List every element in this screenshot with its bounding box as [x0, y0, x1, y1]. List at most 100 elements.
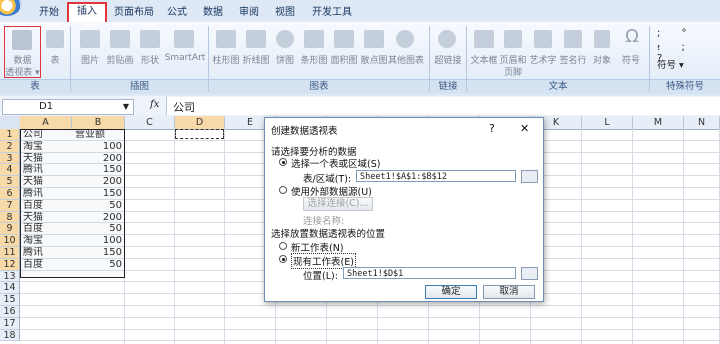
- name-box[interactable]: D1 ▼: [2, 99, 134, 115]
- row-header[interactable]: 3: [0, 152, 20, 165]
- column-header[interactable]: N: [684, 116, 720, 129]
- bar-chart-button[interactable]: 条形图: [298, 53, 330, 66]
- special-punct-row-2[interactable]: : ; ?: [657, 42, 713, 64]
- column-header[interactable]: A: [20, 116, 72, 129]
- range-collapse-icon[interactable]: [521, 170, 538, 183]
- other-charts-icon: [396, 30, 414, 48]
- row-header[interactable]: 2: [0, 140, 20, 153]
- tab-review[interactable]: 审阅: [236, 5, 262, 22]
- shapes-icon: [140, 30, 160, 48]
- row-header[interactable]: 13: [0, 270, 20, 283]
- symbol-button[interactable]: 符号: [616, 53, 646, 66]
- tab-page-layout[interactable]: 页面布局: [112, 5, 156, 22]
- clipart-button[interactable]: 剪贴画: [104, 53, 136, 66]
- row-header[interactable]: 6: [0, 188, 20, 200]
- group-label-text: 文本: [467, 79, 649, 94]
- ribbon-tab-bar: [0, 0, 720, 23]
- table-icon: [46, 30, 64, 48]
- signature-line-button[interactable]: 签名行: [558, 53, 588, 66]
- header-footer-icon: [504, 30, 522, 48]
- tab-home[interactable]: 开始: [36, 5, 62, 22]
- column-header[interactable]: B: [72, 116, 125, 129]
- group-label-links: 链接: [430, 79, 466, 94]
- ok-button[interactable]: 确定: [425, 285, 477, 299]
- pivot-table-icon: [12, 30, 32, 50]
- location-collapse-icon[interactable]: [521, 267, 538, 280]
- special-punct-row-1[interactable]: ; ° ,: [657, 28, 713, 50]
- row-header[interactable]: 4: [0, 164, 20, 177]
- range-label: 表/区域(T):: [303, 174, 352, 185]
- choose-connection-button: 选择连接(C)...: [303, 197, 373, 211]
- column-chart-button[interactable]: 柱形图: [210, 53, 242, 66]
- object-icon: [594, 30, 610, 48]
- help-button[interactable]: ?: [489, 122, 495, 135]
- radio-existing-worksheet[interactable]: [279, 255, 287, 263]
- select-all-corner[interactable]: [0, 116, 21, 129]
- header-footer-label-2: 页脚: [503, 68, 522, 78]
- row-header[interactable]: 10: [0, 235, 20, 247]
- table-button-label[interactable]: 表: [44, 53, 66, 66]
- gridline: [20, 316, 720, 318]
- chevron-down-icon[interactable]: ▼: [123, 100, 129, 114]
- hyperlink-button[interactable]: 超链接: [432, 53, 464, 66]
- textbox-button[interactable]: 文本框: [468, 53, 500, 66]
- omega-icon: Ω: [625, 26, 639, 47]
- tab-view[interactable]: 视图: [272, 5, 298, 22]
- row-header[interactable]: 12: [0, 258, 20, 271]
- gridline: [20, 305, 720, 306]
- pivot-table-label-2: 透视表 ▾: [5, 68, 40, 78]
- picture-button[interactable]: 图片: [76, 53, 104, 66]
- location-input[interactable]: Sheet1!$D$1: [343, 267, 516, 279]
- row-header[interactable]: 17: [0, 317, 20, 330]
- wordart-button[interactable]: 艺术字: [528, 53, 558, 66]
- scatter-chart-icon: [364, 30, 384, 48]
- radio-new-worksheet-label[interactable]: 新工作表(N): [291, 240, 344, 254]
- location-label: 位置(L):: [303, 271, 338, 282]
- row-header[interactable]: 8: [0, 211, 20, 224]
- gridline: [20, 328, 720, 330]
- group-label-illustrations: 插图: [71, 79, 208, 94]
- special-symbol-dropdown[interactable]: 符号 ▾: [657, 57, 713, 71]
- row-header[interactable]: 15: [0, 294, 20, 306]
- other-charts-button[interactable]: 其他图表: [388, 53, 424, 66]
- row-header[interactable]: 16: [0, 306, 20, 318]
- pie-chart-button[interactable]: 饼图: [272, 53, 298, 66]
- row-header[interactable]: 14: [0, 282, 20, 295]
- close-icon[interactable]: ✕: [520, 122, 529, 135]
- wordart-icon: [534, 30, 552, 48]
- row-header[interactable]: 7: [0, 199, 20, 212]
- range-input[interactable]: Sheet1!$A$1:$B$12: [356, 170, 516, 182]
- gridline: [683, 129, 684, 344]
- tab-formulas[interactable]: 公式: [164, 5, 190, 22]
- column-header[interactable]: D: [175, 116, 225, 129]
- object-button[interactable]: 对象: [588, 53, 616, 66]
- smartart-button[interactable]: SmartArt: [164, 53, 206, 63]
- gridline: [632, 129, 633, 344]
- formula-input[interactable]: 公司: [166, 97, 720, 115]
- column-header[interactable]: M: [633, 116, 684, 129]
- shapes-button[interactable]: 形状: [136, 53, 164, 66]
- line-chart-button[interactable]: 折线图: [240, 53, 272, 66]
- column-header[interactable]: L: [582, 116, 633, 129]
- fx-icon[interactable]: fx: [150, 99, 164, 113]
- row-header[interactable]: 18: [0, 329, 20, 342]
- column-header[interactable]: C: [125, 116, 175, 129]
- gridline: [224, 129, 225, 344]
- tab-developer[interactable]: 开发工具: [308, 5, 356, 22]
- tab-data[interactable]: 数据: [200, 5, 226, 22]
- scatter-chart-button[interactable]: 散点图: [358, 53, 390, 66]
- radio-select-range-label[interactable]: 选择一个表或区域(S): [291, 156, 380, 170]
- radio-new-worksheet[interactable]: [279, 242, 287, 250]
- tab-insert[interactable]: 插入: [67, 2, 107, 24]
- row-header[interactable]: 1: [0, 129, 20, 141]
- area-chart-button[interactable]: 面积图: [328, 53, 360, 66]
- radio-external-source[interactable]: [279, 186, 287, 194]
- row-header[interactable]: 5: [0, 176, 20, 188]
- radio-select-range[interactable]: [279, 158, 287, 166]
- row-header[interactable]: 9: [0, 223, 20, 236]
- row-header[interactable]: 11: [0, 247, 20, 259]
- column-chart-icon: [216, 30, 236, 48]
- cancel-button[interactable]: 取消: [483, 285, 535, 299]
- create-pivot-table-dialog: 创建数据透视表 ? ✕ 请选择要分析的数据 选择一个表或区域(S) 表/区域(T…: [264, 117, 544, 302]
- radio-external-source-label[interactable]: 使用外部数据源(U): [291, 184, 372, 198]
